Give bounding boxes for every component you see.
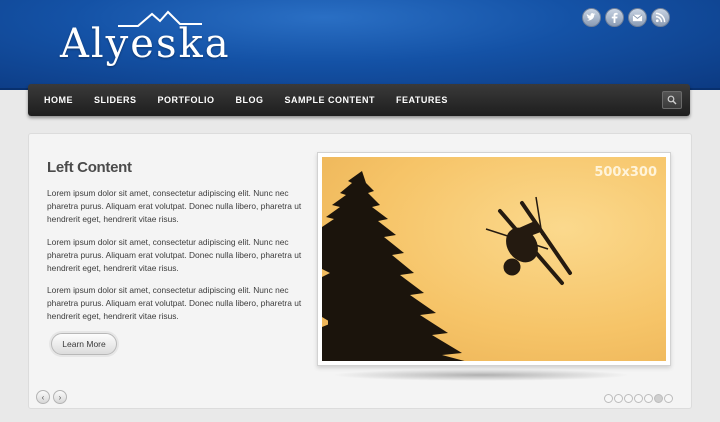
site-logo[interactable]: Alyeska: [60, 22, 231, 66]
slide-image[interactable]: 500x300: [317, 152, 671, 366]
rss-icon[interactable]: [651, 8, 670, 27]
site-header: Alyeska: [0, 0, 720, 90]
learn-more-button[interactable]: Learn More: [51, 333, 117, 355]
nav-item-home[interactable]: HOME: [44, 95, 73, 105]
slide-paragraph: Lorem ipsum dolor sit amet, consectetur …: [47, 188, 302, 225]
skier-photo: 500x300: [322, 157, 666, 361]
next-slide-button[interactable]: ›: [53, 390, 67, 404]
nav-item-portfolio[interactable]: PORTFOLIO: [158, 95, 215, 105]
nav-item-blog[interactable]: BLOG: [236, 95, 264, 105]
skier-scene-image: [322, 171, 572, 361]
image-shadow: [331, 369, 631, 381]
nav-item-sliders[interactable]: SLIDERS: [94, 95, 137, 105]
slider-dot[interactable]: [624, 394, 633, 403]
mail-icon[interactable]: [628, 8, 647, 27]
main-nav: HOME SLIDERS PORTFOLIO BLOG SAMPLE CONTE…: [28, 84, 690, 116]
slider-dot[interactable]: [644, 394, 653, 403]
slider-dot[interactable]: [614, 394, 623, 403]
slider-arrows: ‹ ›: [36, 390, 67, 404]
slider-dot[interactable]: [604, 394, 613, 403]
slide-paragraph: Lorem ipsum dolor sit amet, consectetur …: [47, 237, 302, 274]
search-button[interactable]: [662, 91, 682, 109]
nav-item-sample-content[interactable]: SAMPLE CONTENT: [285, 95, 376, 105]
slide-paragraph: Lorem ipsum dolor sit amet, consectetur …: [47, 285, 302, 322]
facebook-icon[interactable]: [605, 8, 624, 27]
slider-pagination: [604, 394, 673, 403]
image-size-label: 500x300: [594, 165, 657, 180]
prev-slide-button[interactable]: ‹: [36, 390, 50, 404]
featured-slider: Left Content Lorem ipsum dolor sit amet,…: [28, 133, 692, 409]
search-icon: [667, 95, 677, 105]
slider-dot[interactable]: [634, 394, 643, 403]
twitter-icon[interactable]: [582, 8, 601, 27]
slider-dot[interactable]: [654, 394, 663, 403]
slide-title: Left Content: [47, 159, 132, 176]
social-links: [582, 8, 670, 27]
nav-item-features[interactable]: FEATURES: [396, 95, 448, 105]
slider-dot[interactable]: [664, 394, 673, 403]
